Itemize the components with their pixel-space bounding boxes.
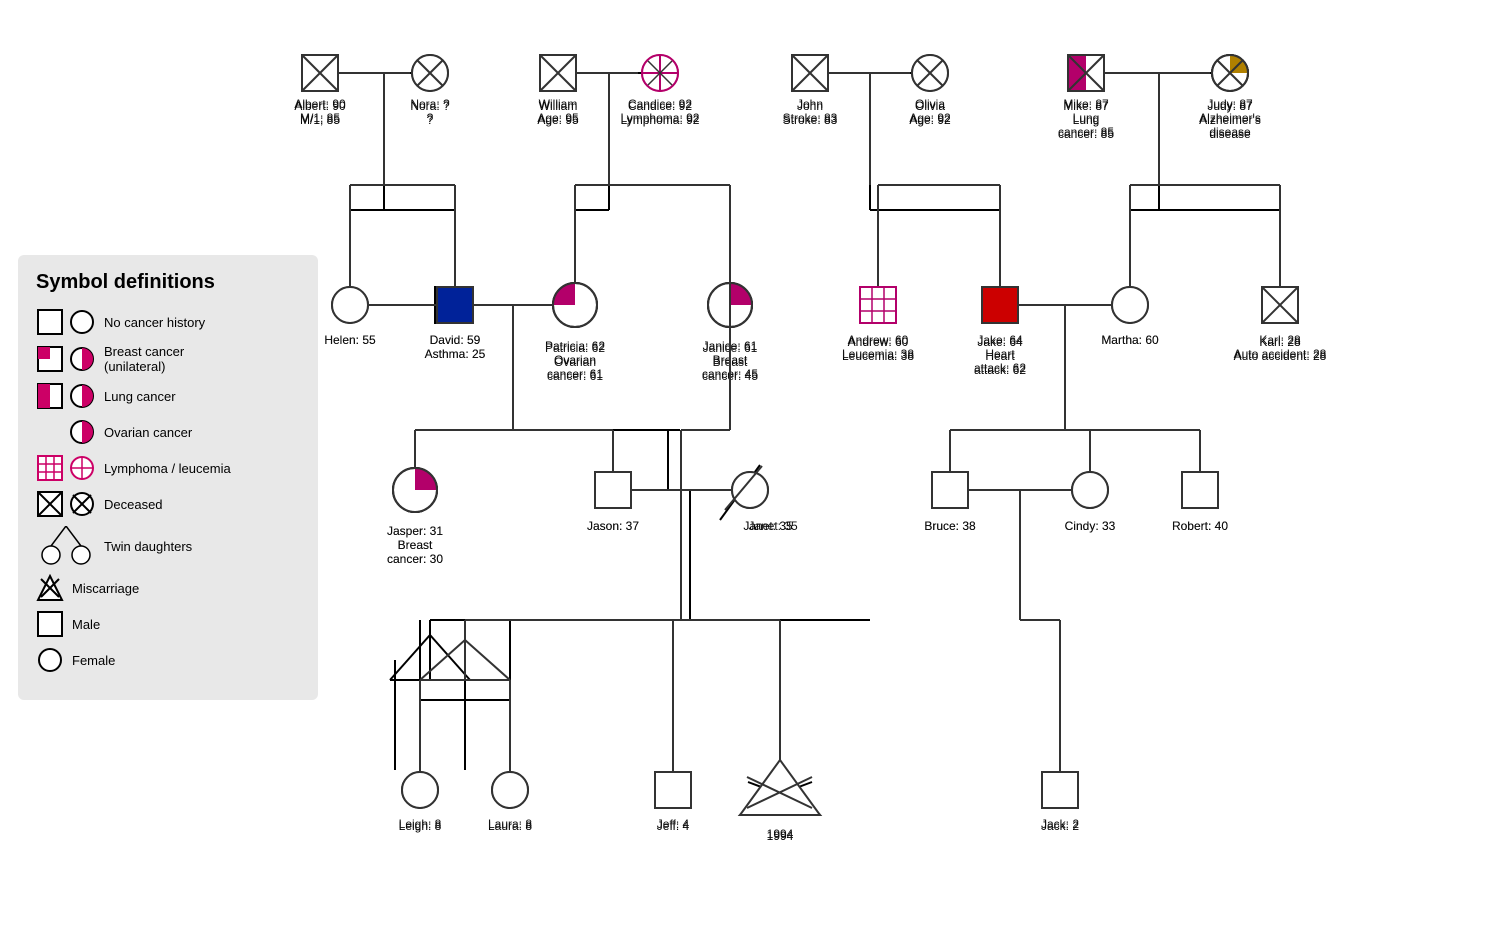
- svg-text:Lung: Lung: [1073, 113, 1100, 127]
- jack: Jack: 2: [1041, 620, 1079, 833]
- albert: Albert: 90 M/1; 85: [294, 55, 346, 127]
- candice: Candice: 92 Lymphoma: 92: [621, 55, 700, 127]
- svg-text:Andrew: 60: Andrew: 60: [848, 335, 909, 349]
- bruce: Bruce: 38: [924, 430, 976, 533]
- svg-text:?: ?: [427, 113, 434, 127]
- svg-text:Patricia: 62: Patricia: 62: [545, 339, 605, 353]
- svg-text:Mike: 87: Mike: 87: [1063, 99, 1109, 113]
- svg-text:Laura: 8: Laura: 8: [488, 819, 532, 833]
- william: William Age: 95: [537, 55, 579, 127]
- svg-text:Nora: ?: Nora: ?: [410, 99, 450, 113]
- svg-text:Helen: 55: Helen: 55: [324, 333, 376, 347]
- svg-text:Jack: 2: Jack: 2: [1041, 819, 1079, 833]
- svg-text:Martha: 60: Martha: 60: [1101, 333, 1159, 347]
- svg-text:1994: 1994: [767, 829, 794, 843]
- svg-text:disease: disease: [1209, 127, 1251, 141]
- patricia: Patricia: 62 Ovarian cancer: 61: [545, 210, 605, 381]
- svg-text:Robert: 40: Robert: 40: [1172, 519, 1228, 533]
- svg-text:Judy: 87: Judy: 87: [1207, 99, 1253, 113]
- svg-text:Lymphoma: 92: Lymphoma: 92: [621, 113, 700, 127]
- svg-text:Age: 92: Age: 92: [909, 113, 951, 127]
- svg-text:Alzheimer's: Alzheimer's: [1199, 113, 1261, 127]
- svg-text:Olivia: Olivia: [915, 99, 945, 113]
- janet: Janet: 35: [631, 430, 793, 533]
- robert: Robert: 40: [1172, 430, 1228, 533]
- svg-text:Asthma: 25: Asthma: 25: [425, 347, 486, 361]
- judy: Judy: 87 Alzheimer's disease: [1199, 55, 1261, 141]
- svg-text:Age: 95: Age: 95: [537, 113, 579, 127]
- john: John Stroke: 83: [783, 55, 838, 127]
- olivia: Olivia Age: 92: [909, 55, 951, 127]
- svg-text:David: 59: David: 59: [430, 333, 481, 347]
- martha: Martha: 60: [1101, 210, 1159, 347]
- jake: Jake: 64 Heart attack: 62: [974, 210, 1026, 377]
- svg-text:Breast: Breast: [398, 538, 433, 552]
- janice: Janice: 61 Breast cancer: 45: [702, 283, 758, 381]
- karl: Karl: 28 Auto accident: 28: [1234, 210, 1327, 363]
- jason: Jason: 37: [587, 430, 639, 533]
- svg-text:attack: 62: attack: 62: [974, 363, 1026, 377]
- miscarriage-1994: 1994: [740, 620, 820, 843]
- svg-text:Jake: 64: Jake: 64: [977, 335, 1023, 349]
- svg-text:Leigh: 8: Leigh: 8: [399, 819, 442, 833]
- svg-text:Breast: Breast: [713, 353, 748, 367]
- nora: Nora: ? ?: [410, 55, 450, 127]
- svg-text:Heart: Heart: [985, 349, 1015, 363]
- jasper: Jasper: 31 Breast cancer: 30: [387, 430, 443, 566]
- svg-text:Auto accident: 28: Auto accident: 28: [1234, 349, 1327, 363]
- svg-text:Janice: 61: Janice: 61: [703, 339, 758, 353]
- helen: Helen: 55: [324, 210, 376, 347]
- svg-text:Bruce: 38: Bruce: 38: [924, 519, 976, 533]
- svg-text:cancer: 85: cancer: 85: [1058, 127, 1114, 141]
- albert-detail: M/1; 85: [300, 113, 340, 127]
- svg-text:Cindy: 33: Cindy: 33: [1065, 519, 1116, 533]
- svg-text:Stroke: 83: Stroke: 83: [783, 113, 838, 127]
- cindy: Cindy: 33: [1065, 430, 1116, 533]
- svg-text:Jason: 37: Jason: 37: [587, 519, 639, 533]
- svg-text:cancer: 30: cancer: 30: [387, 552, 443, 566]
- andrew: Andrew: 60 Leucemia: 38: [842, 210, 914, 363]
- svg-text:Candice: 92: Candice: 92: [628, 99, 692, 113]
- svg-text:Jasper: 31: Jasper: 31: [387, 524, 443, 538]
- mike: Mike: 87 Lung cancer: 85: [1058, 55, 1114, 141]
- svg-text:cancer: 45: cancer: 45: [702, 367, 758, 381]
- svg-text:Janet: 35: Janet: 35: [743, 519, 793, 533]
- jeff: Jeff: 4: [655, 620, 691, 833]
- svg-text:Ovarian: Ovarian: [554, 353, 596, 367]
- svg-text:William: William: [539, 99, 578, 113]
- albert-label: Albert: 90: [294, 99, 346, 113]
- david: David: 59 Asthma: 25: [425, 210, 486, 361]
- pedigree-diagram: text { font-family: Arial, sans-serif; f…: [0, 0, 1500, 950]
- svg-text:John: John: [797, 99, 823, 113]
- svg-text:cancer: 61: cancer: 61: [547, 367, 603, 381]
- svg-text:Jeff: 4: Jeff: 4: [657, 819, 690, 833]
- svg-text:Leucemia: 38: Leucemia: 38: [842, 349, 914, 363]
- svg-text:Karl: 28: Karl: 28: [1259, 335, 1301, 349]
